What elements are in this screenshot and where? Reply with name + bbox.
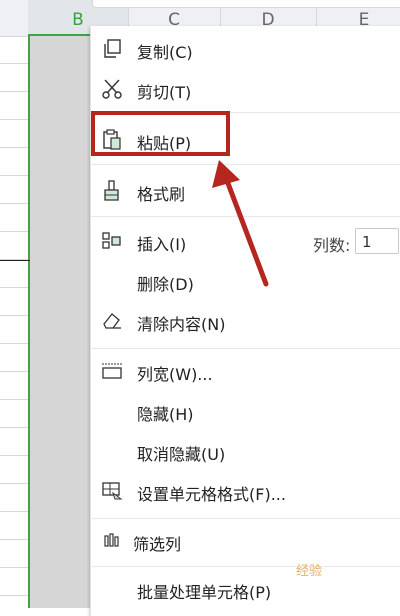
eraser-icon [103,313,121,329]
menu-item-label: 复制(C) [137,43,193,62]
menu-item-label: 剪切(T) [137,83,192,102]
menu-separator [91,348,400,349]
column-count-input[interactable]: 1 [355,228,399,254]
menu-item-column-width[interactable]: 列宽(W)... [91,352,400,392]
filter-column-icon [104,533,119,547]
insert-icon [102,232,121,249]
watermark: 经验 [296,564,323,579]
menu-item-label: 筛选列 [133,535,182,554]
menu-item-cut[interactable]: 剪切(T) [91,70,400,110]
copy-icon [104,39,121,58]
column-width-icon [102,363,122,379]
menu-separator [91,518,400,519]
row-gridlines [0,36,28,608]
menu-item-label: 删除(D) [137,275,194,294]
menu-item-label: 格式刷 [137,185,186,204]
menu-item-filter-column[interactable]: 筛选列 [91,522,400,562]
menu-item-label: 取消隐藏(U) [137,445,226,464]
floating-format-toolbar: B [92,0,400,8]
format-painter-icon [104,180,119,201]
menu-item-copy[interactable]: 复制(C) [91,30,400,70]
menu-item-clear-contents[interactable]: 清除内容(N) [91,302,400,342]
freeze-line [0,260,30,261]
format-cells-icon [102,482,123,500]
menu-item-label: 插入(I) [137,235,187,254]
scissors-icon [102,79,122,99]
menu-item-label: 隐藏(H) [137,405,194,424]
menu-item-label: 批量处理单元格(P) [137,583,272,602]
menu-item-label: 清除内容(N) [137,315,226,334]
menu-separator [91,216,400,217]
menu-item-format-painter[interactable]: 格式刷 [91,172,400,212]
bold-button[interactable]: B [111,0,122,3]
menu-item-label: 列宽(W)... [137,365,213,384]
menu-item-unhide[interactable]: 取消隐藏(U) [91,432,400,472]
menu-item-hide[interactable]: 隐藏(H) [91,392,400,432]
column-count-label: 列数: [313,236,351,255]
menu-item-delete[interactable]: 删除(D) [91,262,400,302]
menu-separator [91,566,400,567]
menu-item-format-cells[interactable]: 设置单元格格式(F)... [91,472,400,512]
menu-separator [91,164,400,165]
paste-highlight-box [91,111,230,156]
menu-item-label: 设置单元格格式(F)... [137,485,286,504]
menu-item-batch-process[interactable]: 批量处理单元格(P) [91,570,400,610]
menu-item-insert[interactable]: 插入(I) [91,222,400,262]
